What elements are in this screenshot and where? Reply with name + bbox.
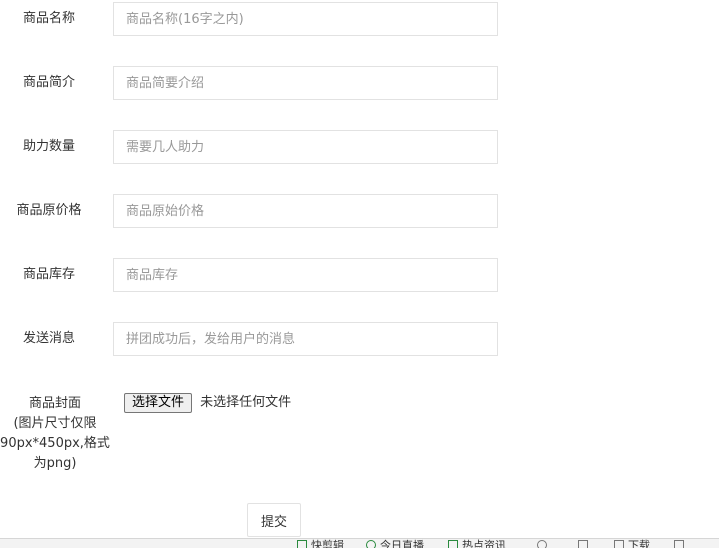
submit-button[interactable]: 提交 bbox=[247, 503, 301, 537]
cover-file-picker: 选择文件 未选择任何文件 bbox=[124, 393, 291, 415]
product-name-input[interactable] bbox=[113, 2, 498, 36]
product-intro-label: 商品简介 bbox=[22, 75, 75, 90]
stock-input[interactable] bbox=[113, 258, 498, 292]
form-row-product-name: 商品名称 bbox=[0, 2, 719, 36]
cover-label: 商品封面 (图片尺寸仅限 90px*450px,格式 为png) bbox=[0, 394, 110, 474]
form-row-original-price: 商品原价格 bbox=[0, 194, 719, 228]
file-status-text: 未选择任何文件 bbox=[200, 395, 292, 410]
assist-count-label: 助力数量 bbox=[22, 139, 75, 154]
cover-label-line: (图片尺寸仅限 bbox=[13, 416, 97, 431]
original-price-input[interactable] bbox=[113, 194, 498, 228]
form-row-product-intro: 商品简介 bbox=[0, 66, 719, 100]
product-intro-input[interactable] bbox=[113, 66, 498, 100]
form-row-assist-count: 助力数量 bbox=[0, 130, 719, 164]
assist-count-input[interactable] bbox=[113, 130, 498, 164]
choose-file-button[interactable]: 选择文件 bbox=[124, 393, 193, 413]
message-label: 发送消息 bbox=[22, 331, 75, 346]
stock-label: 商品库存 bbox=[22, 267, 75, 282]
form-row-stock: 商品库存 bbox=[0, 258, 719, 292]
product-name-label: 商品名称 bbox=[22, 11, 75, 26]
cover-label-line: 90px*450px,格式 bbox=[0, 436, 110, 451]
message-input[interactable] bbox=[113, 322, 498, 356]
cover-label-line: 为png) bbox=[33, 456, 77, 471]
cover-label-line: 商品封面 bbox=[28, 396, 81, 411]
form-row-message: 发送消息 bbox=[0, 322, 719, 356]
original-price-label: 商品原价格 bbox=[16, 203, 82, 218]
